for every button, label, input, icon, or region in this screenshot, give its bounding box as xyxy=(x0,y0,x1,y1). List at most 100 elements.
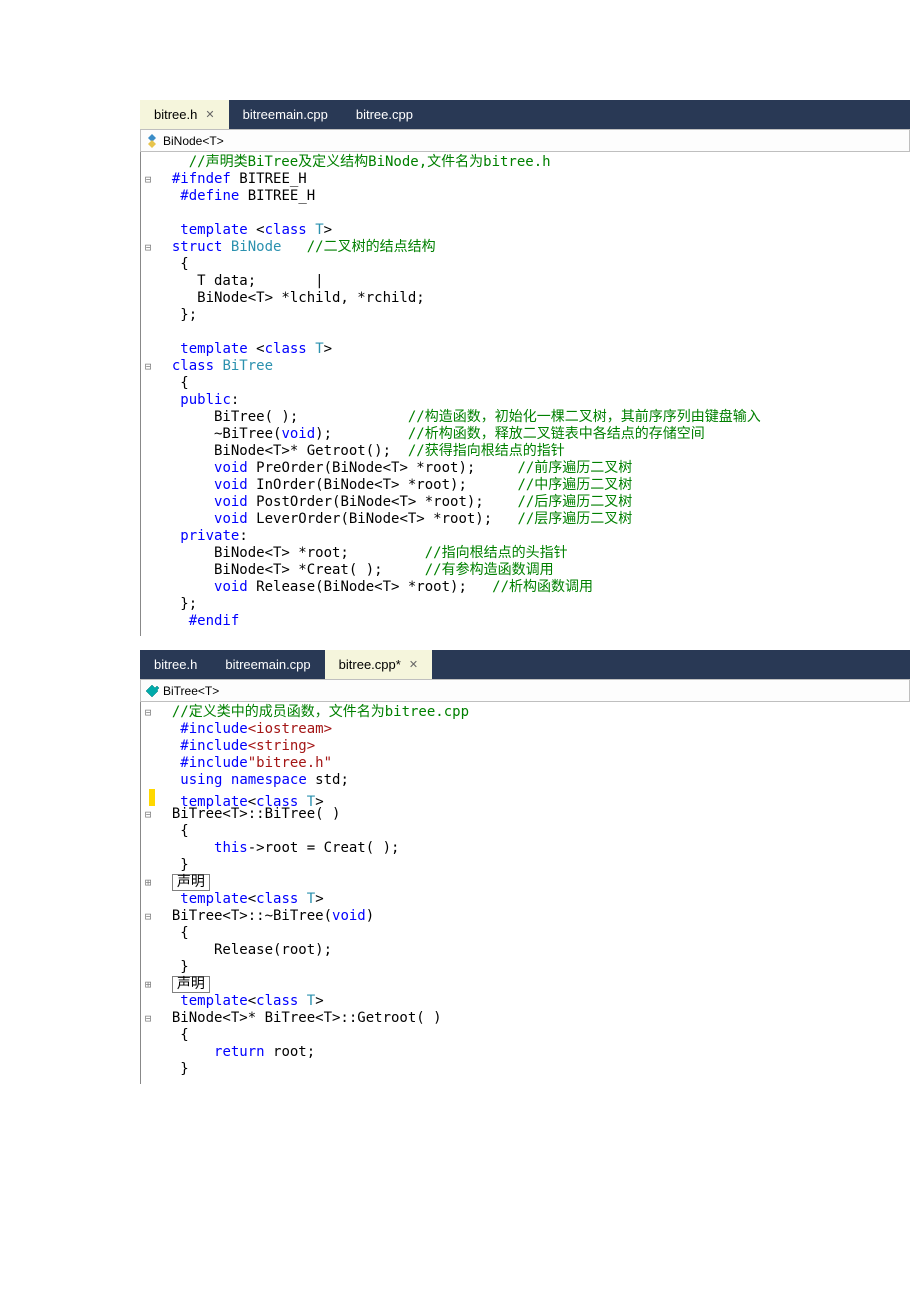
fold-open-icon[interactable]: ⊟ xyxy=(141,358,155,375)
code-line: void LeverOrder(BiNode<T> *root); //层序遍历… xyxy=(141,511,910,528)
code-text: ~BiTree(void); //析构函数，释放二叉链表中各结点的存储空间 xyxy=(155,426,910,443)
collapsed-region[interactable]: 声明 xyxy=(172,874,210,891)
navigator-bar-2[interactable]: BiTree<T> xyxy=(140,679,910,702)
code-line: #include"bitree.h" xyxy=(141,755,910,772)
fold-open-icon[interactable]: ⊟ xyxy=(141,806,155,823)
code-area-2[interactable]: ⊟ //定义类中的成员函数，文件名为bitree.cpp #include<io… xyxy=(140,702,910,1084)
fold-gutter xyxy=(141,188,155,205)
code-line: private: xyxy=(141,528,910,545)
code-text: template<class T> xyxy=(155,789,910,806)
fold-gutter xyxy=(141,443,155,460)
code-line: void Release(BiNode<T> *root); //析构函数调用 xyxy=(141,579,910,596)
code-line: } xyxy=(141,1061,910,1078)
code-line: //声明类BiTree及定义结构BiNode,文件名为bitree.h xyxy=(141,154,910,171)
close-icon[interactable]: ✕ xyxy=(409,658,418,671)
code-line: ⊞ 声明 xyxy=(141,874,910,891)
fold-open-icon[interactable]: ⊟ xyxy=(141,704,155,721)
tab-bitreemain-cpp[interactable]: bitreemain.cpp xyxy=(211,650,324,679)
code-line: using namespace std; xyxy=(141,772,910,789)
navigator-bar-1[interactable]: BiNode<T> xyxy=(140,129,910,152)
fold-open-icon[interactable]: ⊟ xyxy=(141,1010,155,1027)
code-line: ~BiTree(void); //析构函数，释放二叉链表中各结点的存储空间 xyxy=(141,426,910,443)
code-text: } xyxy=(155,959,910,976)
tab-bitreemain-cpp[interactable]: bitreemain.cpp xyxy=(229,100,342,129)
fold-gutter xyxy=(141,840,155,857)
code-text: void InOrder(BiNode<T> *root); //中序遍历二叉树 xyxy=(155,477,910,494)
fold-gutter xyxy=(141,738,155,755)
code-line: public: xyxy=(141,392,910,409)
fold-gutter xyxy=(141,205,155,222)
code-text: #endif xyxy=(155,613,910,630)
code-line: void InOrder(BiNode<T> *root); //中序遍历二叉树 xyxy=(141,477,910,494)
code-text: //定义类中的成员函数，文件名为bitree.cpp xyxy=(155,704,910,721)
collapsed-region[interactable]: 声明 xyxy=(172,976,210,993)
fold-gutter xyxy=(141,545,155,562)
code-text xyxy=(155,205,910,222)
fold-gutter xyxy=(141,925,155,942)
editor-pane-2: bitree.h bitreemain.cppbitree.cpp*✕ BiTre… xyxy=(140,650,910,1084)
code-text: #define BITREE_H xyxy=(155,188,910,205)
class-icon xyxy=(145,684,159,698)
code-line: } xyxy=(141,959,910,976)
code-line: ⊟ class BiTree xyxy=(141,358,910,375)
fold-gutter xyxy=(141,613,155,630)
code-text: } xyxy=(155,1061,910,1078)
code-line: T data; | xyxy=(141,273,910,290)
code-line: }; xyxy=(141,596,910,613)
code-text: BiNode<T>* Getroot(); //获得指向根结点的指针 xyxy=(155,443,910,460)
code-text: void LeverOrder(BiNode<T> *root); //层序遍历… xyxy=(155,511,910,528)
code-text: //声明类BiTree及定义结构BiNode,文件名为bitree.h xyxy=(155,154,910,171)
code-line: void PreOrder(BiNode<T> *root); //前序遍历二叉… xyxy=(141,460,910,477)
fold-gutter xyxy=(141,511,155,528)
close-icon[interactable]: ✕ xyxy=(205,108,214,121)
code-text: { xyxy=(155,256,910,273)
fold-gutter xyxy=(141,993,155,1010)
code-text: BiNode<T>* BiTree<T>::Getroot( ) xyxy=(155,1010,910,1027)
tab-bitree-h[interactable]: bitree.h xyxy=(140,650,211,679)
code-line: BiNode<T> *root; //指向根结点的头指针 xyxy=(141,545,910,562)
tab-bitree-h[interactable]: bitree.h ✕ xyxy=(140,100,229,129)
code-line: void PostOrder(BiNode<T> *root); //后序遍历二… xyxy=(141,494,910,511)
fold-gutter xyxy=(141,324,155,341)
tab-label: bitreemain.cpp xyxy=(243,107,328,122)
fold-open-icon[interactable]: ⊟ xyxy=(141,908,155,925)
code-text: #include"bitree.h" xyxy=(155,755,910,772)
code-line: ⊟ BiTree<T>::~BiTree(void) xyxy=(141,908,910,925)
code-text: void Release(BiNode<T> *root); //析构函数调用 xyxy=(155,579,910,596)
code-text: template<class T> xyxy=(155,891,910,908)
tab-label: bitree.h xyxy=(154,657,197,672)
code-line: ⊞ 声明 xyxy=(141,976,910,993)
fold-closed-icon[interactable]: ⊞ xyxy=(141,976,155,993)
code-area-1[interactable]: //声明类BiTree及定义结构BiNode,文件名为bitree.h⊟ #if… xyxy=(140,152,910,636)
code-line: } xyxy=(141,857,910,874)
tab-bitree-cpp[interactable]: bitree.cpp xyxy=(342,100,427,129)
fold-gutter xyxy=(141,256,155,273)
code-text: BiNode<T> *lchild, *rchild; xyxy=(155,290,910,307)
code-line: BiNode<T> *lchild, *rchild; xyxy=(141,290,910,307)
code-text: template<class T> xyxy=(155,993,910,1010)
code-text xyxy=(155,324,910,341)
code-text: using namespace std; xyxy=(155,772,910,789)
tab-label: bitree.h xyxy=(154,107,197,122)
fold-gutter xyxy=(141,755,155,772)
fold-gutter xyxy=(141,823,155,840)
code-text: #include<iostream> xyxy=(155,721,910,738)
code-text: BiTree<T>::~BiTree(void) xyxy=(155,908,910,925)
code-line: this->root = Creat( ); xyxy=(141,840,910,857)
fold-gutter xyxy=(141,222,155,239)
fold-gutter xyxy=(141,154,155,171)
code-line: template<class T> xyxy=(141,789,910,806)
code-text: private: xyxy=(155,528,910,545)
code-text: Release(root); xyxy=(155,942,910,959)
fold-open-icon[interactable]: ⊟ xyxy=(141,239,155,256)
fold-gutter xyxy=(141,460,155,477)
fold-open-icon[interactable]: ⊟ xyxy=(141,171,155,188)
tab-bitree-cpp-[interactable]: bitree.cpp*✕ xyxy=(325,650,432,679)
code-text: class BiTree xyxy=(155,358,910,375)
code-line xyxy=(141,324,910,341)
fold-gutter xyxy=(141,1061,155,1078)
navigator-text-2: BiTree<T> xyxy=(163,684,219,698)
fold-closed-icon[interactable]: ⊞ xyxy=(141,874,155,891)
code-text: T data; | xyxy=(155,273,910,290)
fold-gutter xyxy=(141,959,155,976)
